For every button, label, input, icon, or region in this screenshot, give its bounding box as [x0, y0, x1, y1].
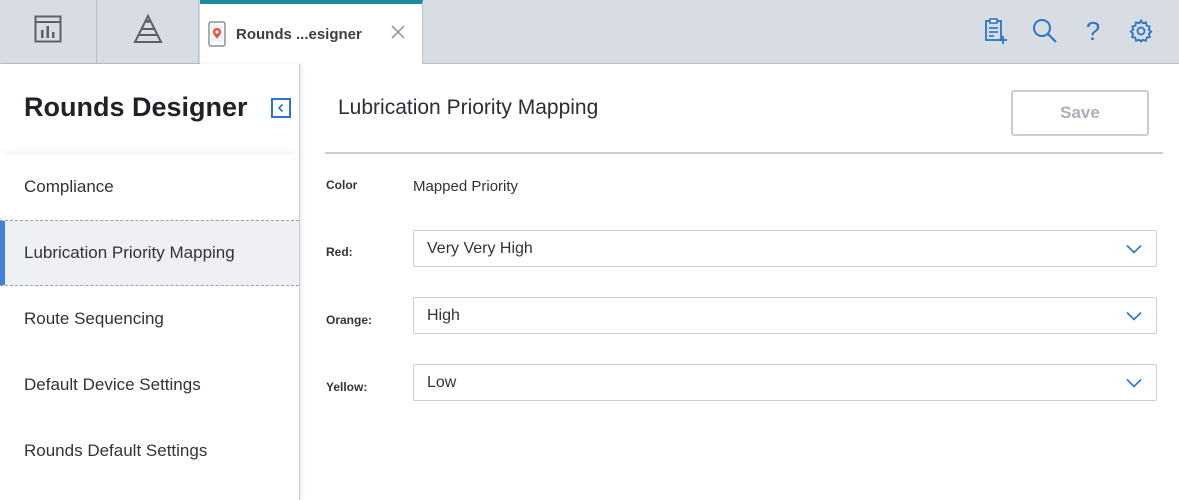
clipboard-add-icon[interactable] — [981, 16, 1011, 46]
gear-icon[interactable] — [1126, 16, 1156, 46]
dashboard-tab[interactable] — [0, 0, 97, 63]
sidebar-item-route-sequencing[interactable]: Route Sequencing — [0, 286, 299, 352]
select-value: Very Very High — [427, 239, 533, 257]
sidebar-item-rounds-default-settings[interactable]: Rounds Default Settings — [0, 418, 299, 484]
sidebar-item-default-device-settings[interactable]: Default Device Settings — [0, 352, 299, 418]
tab-label: Rounds ...esigner — [236, 25, 362, 43]
sidebar-title: Rounds Designer — [24, 92, 248, 122]
save-button[interactable]: Save — [1011, 90, 1149, 136]
sidebar-item-lubrication-priority-mapping[interactable]: Lubrication Priority Mapping — [0, 220, 299, 286]
dashboard-icon — [34, 15, 62, 48]
row-label-yellow: Yellow: — [326, 380, 368, 394]
page-title: Lubrication Priority Mapping — [338, 96, 599, 119]
sidebar: Rounds Designer Compliance Lubrication P… — [0, 64, 300, 500]
chevron-down-icon — [1126, 308, 1142, 324]
row-label-orange: Orange: — [326, 313, 373, 327]
help-icon[interactable]: ? — [1078, 16, 1108, 46]
chevron-down-icon — [1126, 375, 1142, 391]
top-tab-bar: Rounds ...esigner ? — [0, 0, 1179, 64]
select-value: High — [427, 306, 460, 324]
sidebar-item-compliance[interactable]: Compliance — [0, 154, 299, 220]
search-icon[interactable] — [1030, 16, 1060, 46]
yellow-priority-select[interactable]: Low — [413, 364, 1157, 401]
pyramid-icon — [133, 13, 163, 49]
sidebar-nav: Compliance Lubrication Priority Mapping … — [0, 154, 299, 484]
sidebar-item-label: Compliance — [24, 177, 114, 196]
sidebar-header: Rounds Designer — [0, 64, 299, 154]
hierarchy-tab[interactable] — [98, 0, 199, 63]
close-icon[interactable] — [388, 22, 408, 42]
header-divider — [325, 152, 1163, 154]
column-header-color: Color — [326, 178, 358, 192]
sidebar-item-label: Rounds Default Settings — [24, 441, 208, 460]
sidebar-item-label: Default Device Settings — [24, 375, 201, 394]
orange-priority-select[interactable]: High — [413, 297, 1157, 334]
column-header-mapped-priority: Mapped Priority — [413, 178, 519, 195]
tab-rounds-designer[interactable]: Rounds ...esigner — [200, 0, 423, 64]
row-label-red: Red: — [326, 245, 353, 259]
select-value: Low — [427, 373, 457, 391]
collapse-left-icon[interactable] — [271, 98, 291, 118]
sidebar-item-label: Lubrication Priority Mapping — [24, 243, 235, 262]
chevron-down-icon — [1126, 241, 1142, 257]
red-priority-select[interactable]: Very Very High — [413, 230, 1157, 267]
sidebar-item-label: Route Sequencing — [24, 309, 164, 328]
mobile-device-icon — [208, 21, 226, 47]
main-panel: Lubrication Priority Mapping Save Color … — [301, 64, 1179, 500]
